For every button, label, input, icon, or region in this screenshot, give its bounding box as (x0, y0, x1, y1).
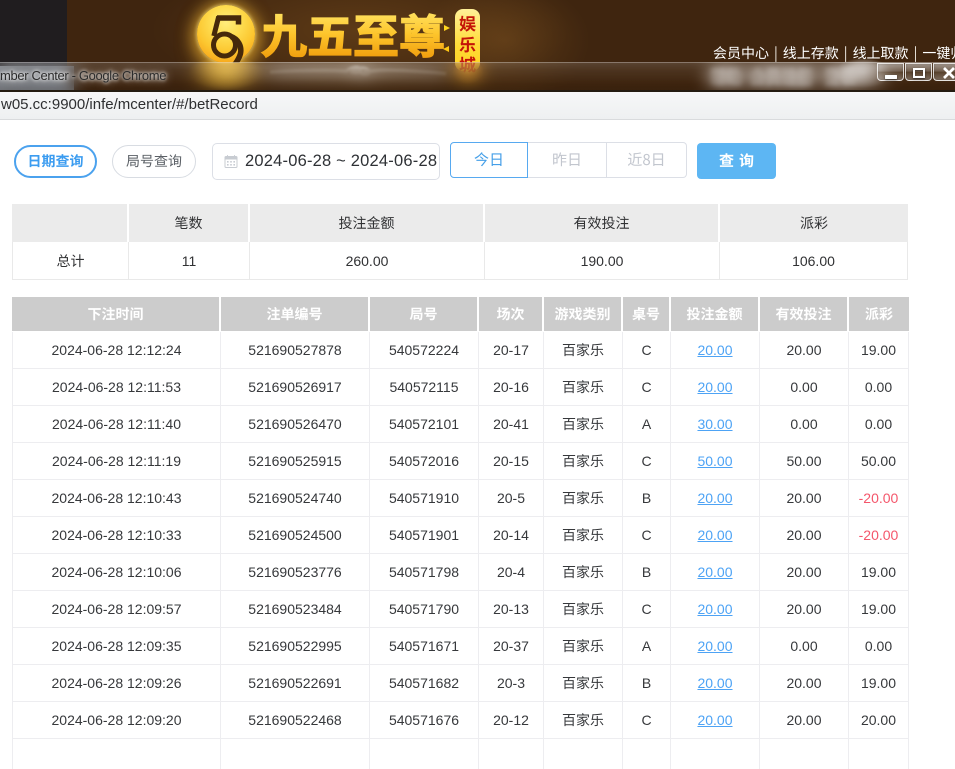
svg-text:九五至尊: 九五至尊 (261, 3, 445, 67)
